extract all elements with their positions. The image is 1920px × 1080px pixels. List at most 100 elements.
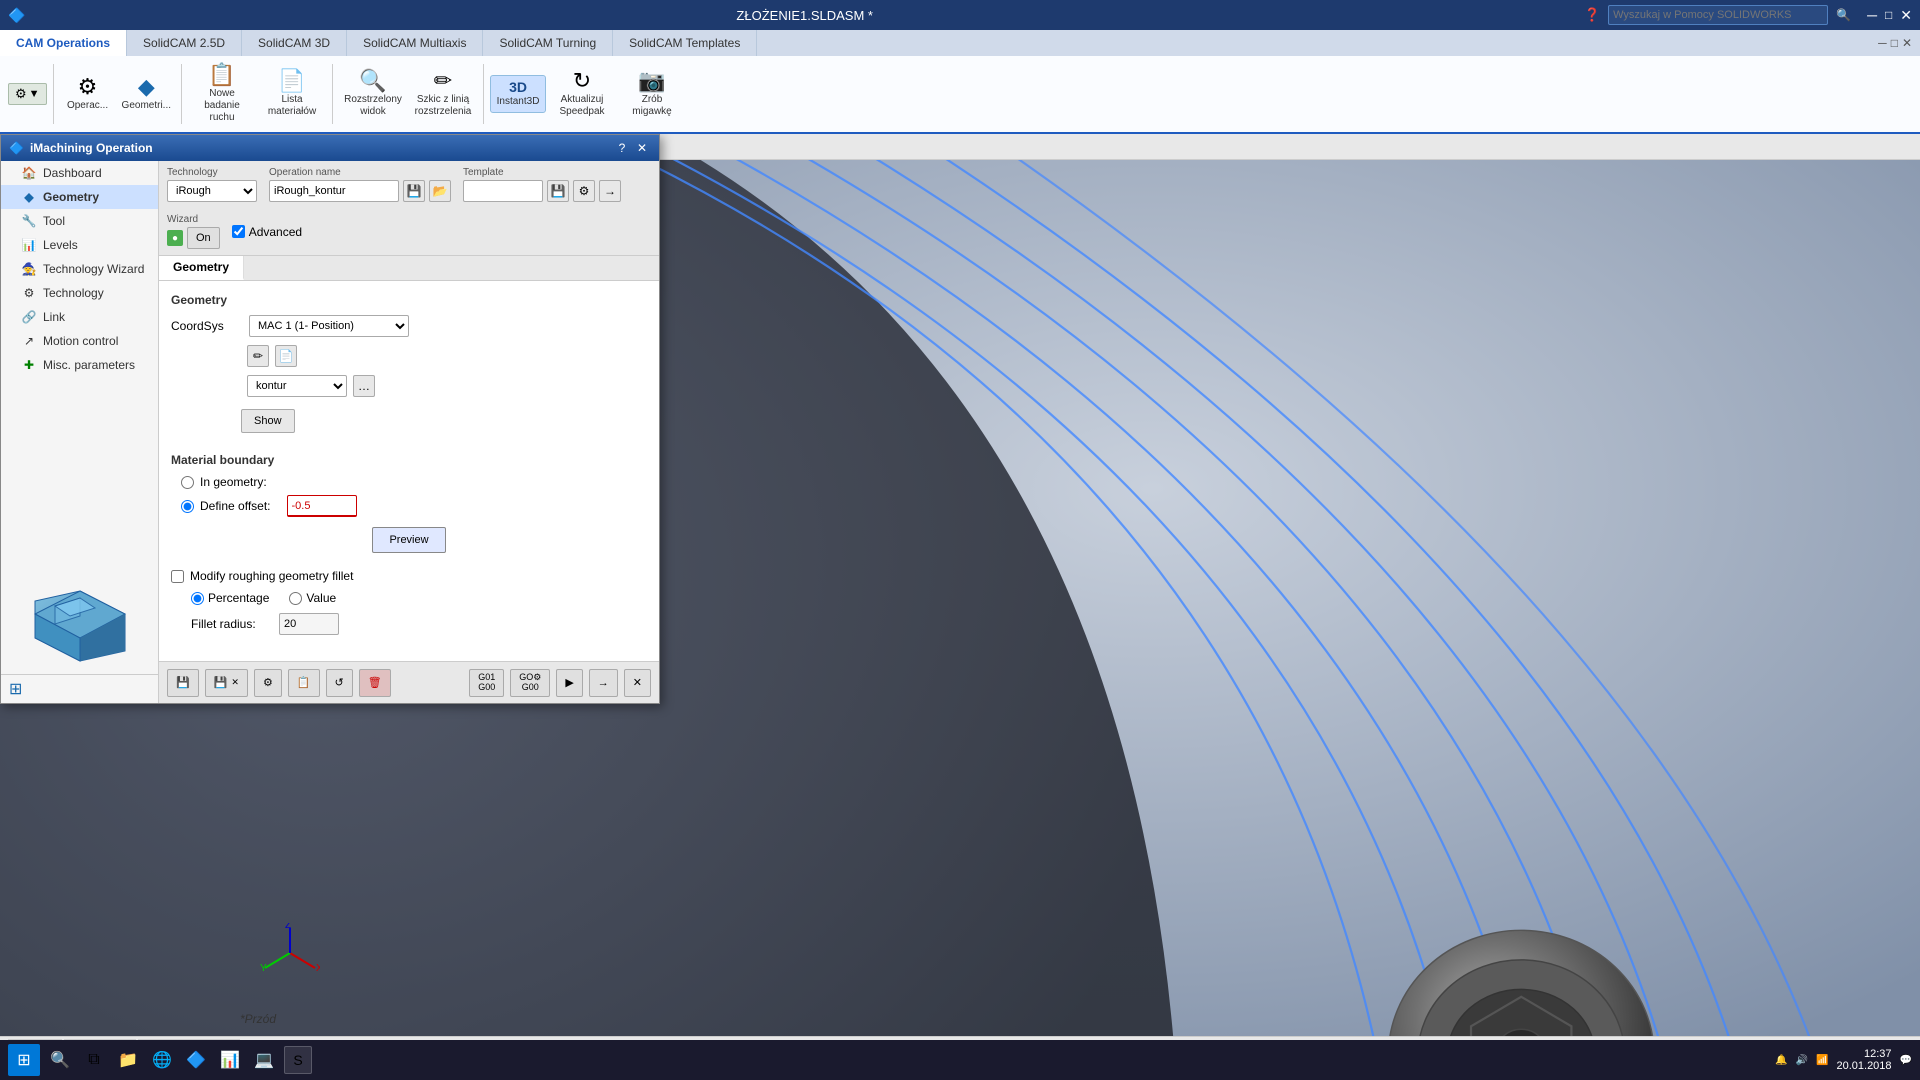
wizard-on-btn[interactable]: On [187,227,220,249]
delete-btn[interactable]: 🗑 [359,669,391,697]
fillet-radius-label: Fillet radius: [191,617,271,631]
tab-geometry[interactable]: Geometry [159,256,244,280]
ribbon-minimize-icon[interactable]: ─ [1878,36,1887,50]
ribbon-tab-multiaxis[interactable]: SolidCAM Multiaxis [347,30,483,56]
template-input[interactable] [463,180,543,202]
show-btn[interactable]: Show [241,409,295,433]
sidebar-label-technology: Technology [43,286,104,300]
fillet-radius-row: Fillet radius: [191,613,647,635]
template-settings-btn[interactable]: ⚙ [573,180,595,202]
ribbon-tab-turning[interactable]: SolidCAM Turning [483,30,613,56]
window-minimize-btn[interactable]: ─ [1867,7,1877,23]
ribbon-sketch-line-btn[interactable]: ✏ Szkic z linią rozstrzelenia [409,66,477,122]
sketch-line-label: Szkic z linią rozstrzelenia [413,94,473,118]
ribbon-restore-icon[interactable]: □ [1891,36,1898,50]
task-view-btn[interactable]: ⧉ [80,1046,108,1074]
offset-value-input[interactable] [287,495,357,517]
kontur-select[interactable]: kontur [247,375,347,397]
save-operation-btn[interactable]: 💾 [403,180,425,202]
search-taskbar-btn[interactable]: 🔍 [46,1046,74,1074]
template-arrow-btn[interactable]: → [599,180,621,202]
ribbon-tab-3d[interactable]: SolidCAM 3D [242,30,347,56]
save-icon: 💾 [176,676,190,689]
advanced-checkbox[interactable] [232,225,245,238]
window-maximize-btn[interactable]: □ [1885,8,1892,22]
sidebar-item-geometry[interactable]: ◆ Geometry [1,185,158,209]
wizard-label: Wizard [167,214,220,225]
save-close-btn[interactable]: 💾✕ [205,669,248,697]
go-sim-btn[interactable]: GO⚙G00 [510,669,550,697]
save-calc-btn[interactable]: ⚙ [254,669,282,697]
modify-fillet-label: Modify roughing geometry fillet [190,569,353,583]
reset-btn[interactable]: ↺ [326,669,353,697]
ribbon-instant3d-btn[interactable]: 3D Instant3D [490,75,546,113]
sidebar-item-dashboard[interactable]: 🏠 Dashboard [1,161,158,185]
technology-select[interactable]: iRough [167,180,257,202]
start-button[interactable]: ⊞ [8,1044,40,1076]
ribbon-tab-2d[interactable]: SolidCAM 2.5D [127,30,242,56]
toolbar-settings-btn[interactable]: ⚙ ▼ [8,83,47,105]
in-geometry-radio[interactable] [181,476,194,489]
tech-wizard-icon: 🧙 [21,261,37,277]
ribbon-explode-btn[interactable]: 🔍 Rozstrzelony widok [339,66,407,122]
load-operation-btn[interactable]: 📂 [429,180,451,202]
sidebar-item-tool[interactable]: 🔧 Tool [1,209,158,233]
solidworks-taskbar-btn[interactable]: S [284,1046,312,1074]
dialog-help-btn[interactable]: ? [613,139,631,157]
link-icon: 🔗 [21,309,37,325]
close-dialog-btn[interactable]: ✕ [624,669,651,697]
help-btn[interactable]: ❓ [1584,7,1600,23]
help-search-input[interactable] [1608,5,1828,25]
ribbon-geometry-btn[interactable]: ◆ Geometri... [118,72,175,116]
value-radio[interactable] [289,592,302,605]
ribbon-update-speedpak-btn[interactable]: ↻ Aktualizuj Speedpak [548,66,616,122]
operation-name-input[interactable] [269,180,399,202]
export-btn[interactable]: → [589,669,618,697]
sidebar-item-link[interactable]: 🔗 Link [1,305,158,329]
ribbon-content: ⚙ ▼ ⚙ Operac... ◆ Geometri... 📋 Nowe bad… [0,56,1920,132]
dialog-close-btn[interactable]: ✕ [633,139,651,157]
window-close-btn[interactable]: ✕ [1900,7,1912,24]
app-btn-3[interactable]: 💻 [250,1046,278,1074]
kontur-more-btn[interactable]: … [353,375,375,397]
ribbon-separator-2 [181,64,182,124]
save-btn[interactable]: 💾 [167,669,199,697]
fillet-radius-input[interactable] [279,613,339,635]
technology-group: Technology iRough [167,167,257,202]
dialog-title-bar: 🔷 iMachining Operation ? ✕ [1,135,659,161]
app-btn-1[interactable]: 🔷 [182,1046,210,1074]
operation-name-label: Operation name [269,167,451,178]
template-apply-btn[interactable]: 📋 [288,669,320,697]
coordsys-select[interactable]: MAC 1 (1- Position) [249,315,409,337]
sidebar-item-misc[interactable]: ✚ Misc. parameters [1,353,158,377]
wizard-group: Wizard ● On [167,214,220,249]
ribbon-materials-btn[interactable]: 📄 Lista materiałów [258,66,326,122]
file-explorer-btn[interactable]: 📁 [114,1046,142,1074]
sidebar-item-motion[interactable]: ↗ Motion control [1,329,158,353]
ribbon-close-icon[interactable]: ✕ [1902,36,1912,50]
sim-btn[interactable]: ▶ [556,669,582,697]
percentage-radio[interactable] [191,592,204,605]
kontur-row: kontur … [171,375,647,397]
dialog-bottom: 💾 💾✕ ⚙ 📋 ↺ [159,661,659,703]
g01-g00-btn[interactable]: G01G00 [469,669,504,697]
sidebar-item-tech-wizard[interactable]: 🧙 Technology Wizard [1,257,158,281]
ribbon-tab-templates[interactable]: SolidCAM Templates [613,30,757,56]
ribbon-snapshot-btn[interactable]: 📷 Zrób migawkę [618,66,686,122]
modify-fillet-checkbox[interactable] [171,570,184,583]
define-offset-radio[interactable] [181,500,194,513]
ribbon-new-study-btn[interactable]: 📋 Nowe badanie ruchu [188,60,256,128]
add-icon-btn[interactable]: 📄 [275,345,297,367]
reset-icon: ↺ [335,676,344,689]
app-btn-2[interactable]: 📊 [216,1046,244,1074]
app-title-bar: 🔷 ZŁOŻENIE1.SLDASM * ❓ 🔍 ─ □ ✕ [0,0,1920,30]
sidebar-item-levels[interactable]: 📊 Levels [1,233,158,257]
ribbon-operations-btn[interactable]: ⚙ Operac... [60,72,116,116]
template-save-btn[interactable]: 💾 [547,180,569,202]
ribbon-tab-cam[interactable]: CAM Operations [0,30,127,56]
edit-icon-btn[interactable]: ✏ [247,345,269,367]
chrome-btn[interactable]: 🌐 [148,1046,176,1074]
sidebar-item-technology[interactable]: ⚙ Technology [1,281,158,305]
preview-btn[interactable]: Preview [372,527,445,553]
clock-display: 12:37 20.01.2018 [1836,1048,1891,1072]
